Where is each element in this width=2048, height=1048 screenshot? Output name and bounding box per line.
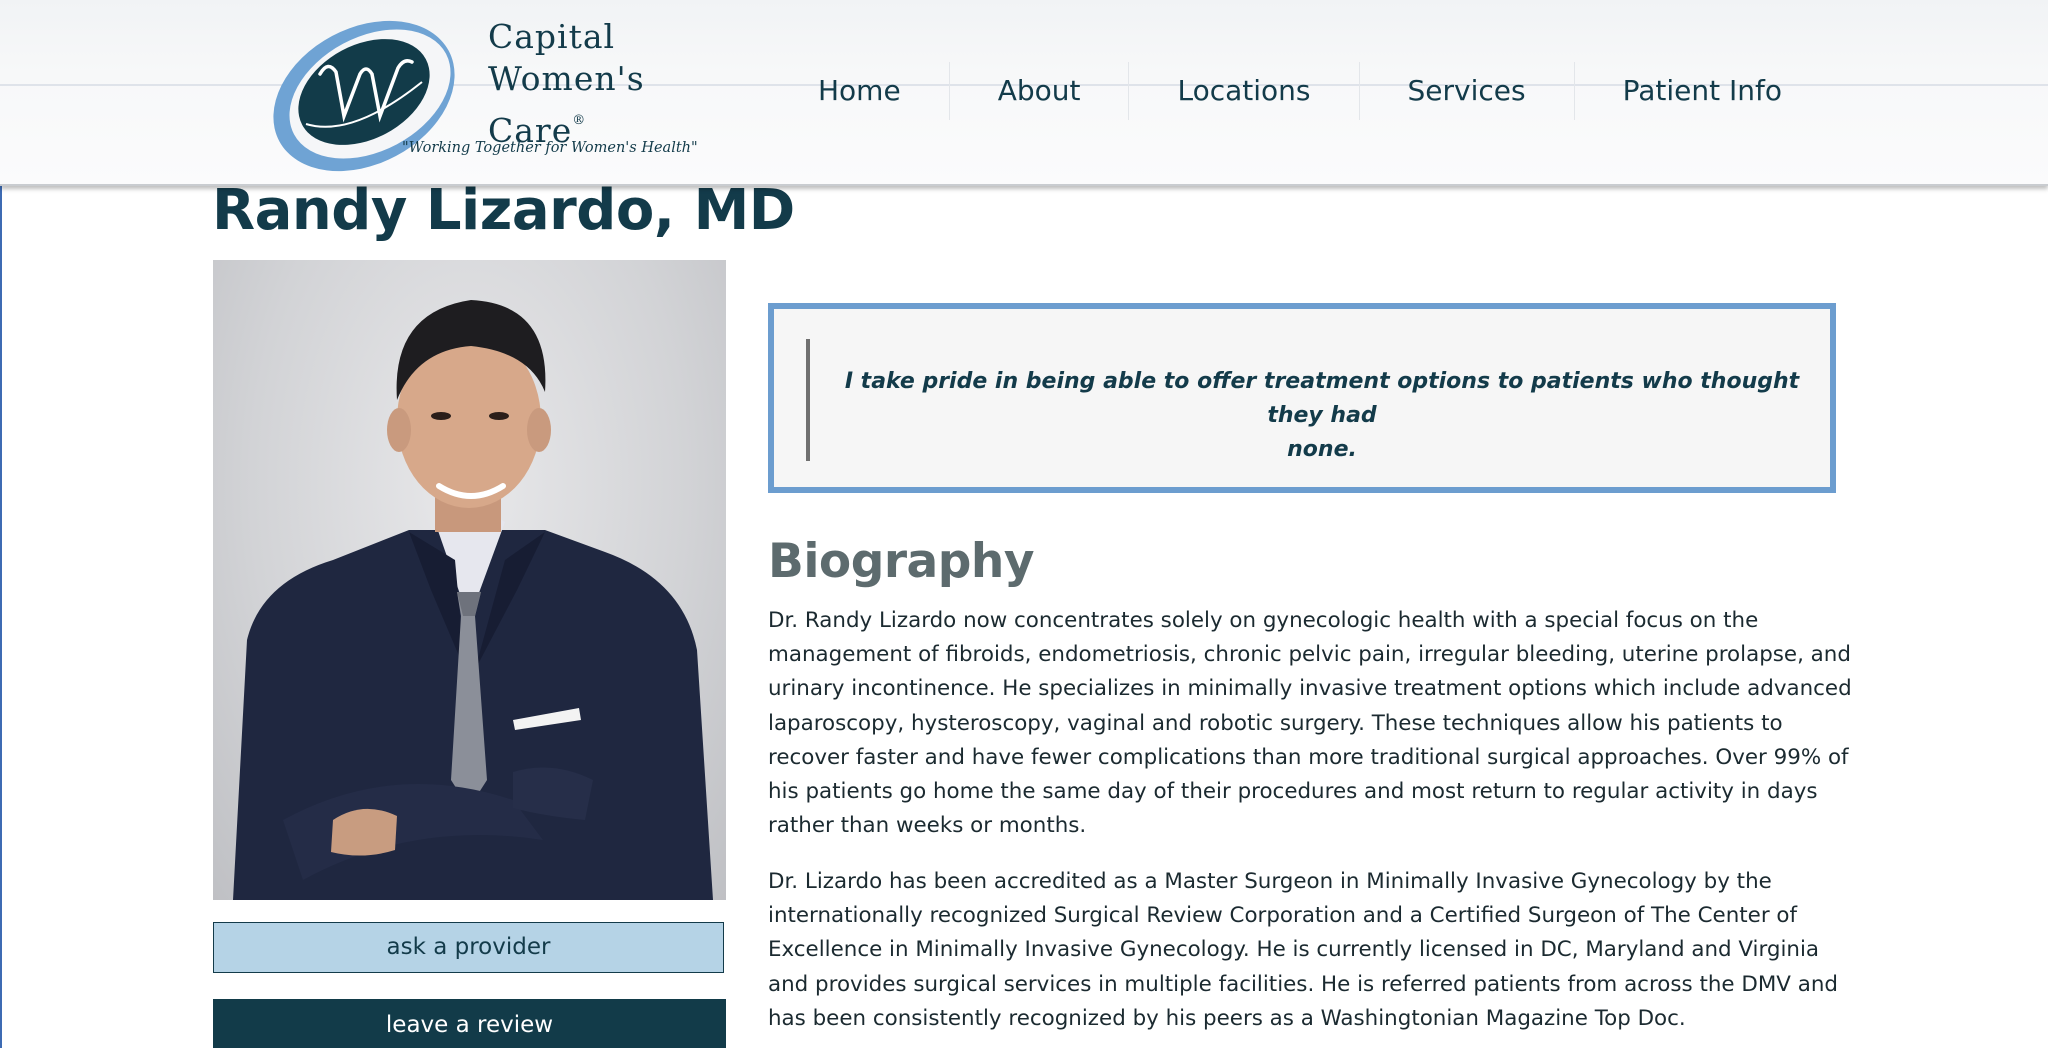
- quote-line-1: I take pride in being able to offer trea…: [844, 369, 1800, 428]
- page: Capital Women's Care® "Working Together …: [0, 0, 2048, 1048]
- bio-line: and provides surgical services in multip…: [768, 971, 1838, 997]
- bio-line: his patients go home the same day of the…: [768, 779, 1818, 805]
- page-edge-line: [0, 184, 2, 1048]
- bio-line: has been consistently recognized by his …: [768, 1005, 1686, 1031]
- nav-home[interactable]: Home: [764, 62, 950, 120]
- nav-patient-info[interactable]: Patient Info: [1575, 62, 1830, 120]
- biography-paragraph-1: Dr. Randy Lizardo now concentrates solel…: [768, 604, 1852, 843]
- bio-line: recover faster and have fewer complicati…: [768, 744, 1849, 770]
- bio-line: laparoscopy, hysteroscopy, vaginal and r…: [768, 710, 1783, 736]
- bio-line: internationally recognized Surgical Revi…: [768, 903, 1798, 929]
- site-logo[interactable]: Capital Women's Care® "Working Together …: [262, 12, 698, 172]
- bio-line: Dr. Randy Lizardo now concentrates solel…: [768, 608, 1759, 633]
- quote-text: I take pride in being able to offer trea…: [840, 365, 1804, 467]
- quote-accent-bar: [806, 339, 810, 461]
- biography-paragraph-2: Dr. Lizardo has been accredited as a Mas…: [768, 865, 1848, 1036]
- provider-portrait: [233, 300, 713, 900]
- nav-services[interactable]: Services: [1360, 62, 1575, 120]
- site-header: Capital Women's Care® "Working Together …: [0, 0, 2048, 186]
- leave-a-review-button[interactable]: leave a review: [213, 999, 726, 1048]
- biography-heading: Biography: [768, 534, 1035, 589]
- logo-line-1: Capital: [488, 17, 616, 56]
- bio-line: Dr. Lizardo has been accredited as a Mas…: [768, 869, 1772, 894]
- provider-photo: [213, 260, 726, 900]
- provider-name: Randy Lizardo, MD: [212, 178, 795, 243]
- bio-line: management of fibroids, endometriosis, c…: [768, 642, 1851, 668]
- logo-line-2: Women's: [488, 59, 645, 98]
- main-nav: Home About Locations Services Patient In…: [764, 62, 1830, 120]
- nav-about[interactable]: About: [950, 62, 1130, 120]
- bio-line: rather than weeks or months.: [768, 813, 1087, 839]
- ask-a-provider-button[interactable]: ask a provider: [213, 922, 724, 973]
- nav-locations[interactable]: Locations: [1129, 62, 1360, 120]
- registered-mark: ®: [572, 113, 587, 128]
- quote-line-2: none.: [1287, 437, 1357, 462]
- bio-line: urinary incontinence. He specializes in …: [768, 676, 1852, 702]
- bio-line: Excellence in Minimally Invasive Gynecol…: [768, 937, 1820, 963]
- logo-tagline: "Working Together for Women's Health": [402, 140, 698, 156]
- provider-quote: I take pride in being able to offer trea…: [768, 303, 1836, 493]
- logo-wordmark: Capital Women's Care®: [488, 16, 645, 152]
